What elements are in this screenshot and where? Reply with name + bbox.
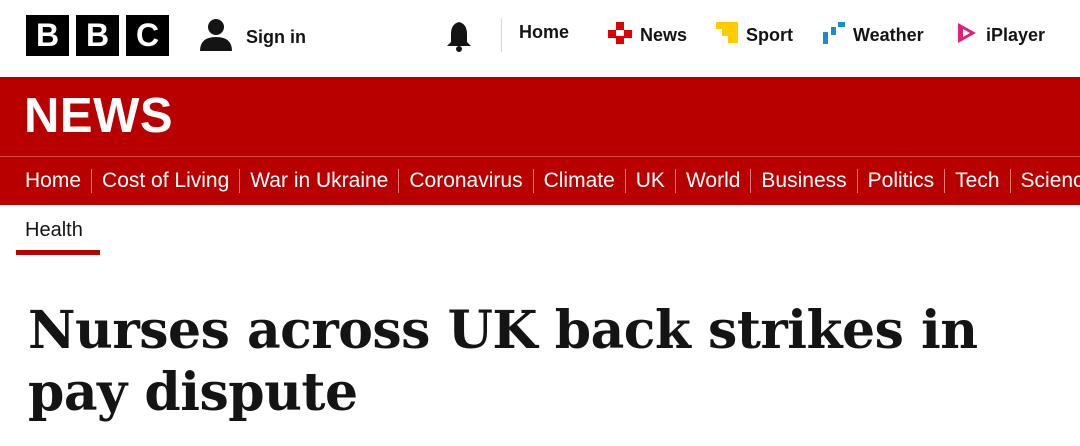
subnav-separator	[944, 169, 946, 193]
news-band: NEWS	[0, 77, 1080, 156]
subnav-separator	[674, 169, 676, 193]
subnav-separator	[532, 169, 534, 193]
subnav-separator	[1009, 169, 1011, 193]
topnav-iplayer-label: iPlayer	[986, 25, 1046, 45]
sport-icon	[716, 22, 738, 49]
sign-in-link[interactable]: Sign in	[198, 17, 306, 58]
subnav-separator	[239, 169, 241, 193]
sub-nav: Home Cost of Living War in Ukraine Coronavi…	[0, 156, 1080, 205]
subnav-separator	[398, 169, 400, 193]
subnav-item-science[interactable]: Science	[1021, 169, 1080, 193]
subnav-item-uk[interactable]: UK	[636, 169, 665, 193]
section-active-underline	[16, 250, 100, 255]
section-label: Health	[25, 219, 83, 241]
subnav-item-business[interactable]: Business	[761, 169, 846, 193]
user-icon	[198, 17, 234, 58]
subnav-item-cost-of-living[interactable]: Cost of Living	[102, 169, 229, 193]
news-icon	[608, 22, 632, 49]
subnav-item-world[interactable]: World	[686, 169, 740, 193]
topnav-home[interactable]: Home	[519, 22, 569, 43]
topnav-weather-label: Weather	[853, 25, 924, 45]
iplayer-icon	[956, 22, 978, 49]
notifications-bell-icon[interactable]	[445, 20, 473, 57]
subnav-item-war-in-ukraine[interactable]: War in Ukraine	[250, 169, 388, 193]
subnav-item-climate[interactable]: Climate	[544, 169, 615, 193]
masthead-divider	[501, 18, 502, 52]
subnav-separator	[624, 169, 626, 193]
article-headline: Nurses across UK back strikes in pay dis…	[28, 300, 978, 423]
subnav-item-coronavirus[interactable]: Coronavirus	[409, 169, 522, 193]
topnav-sport[interactable]: Sport	[716, 22, 793, 49]
bbc-logo[interactable]: B B C	[26, 15, 169, 56]
sign-in-label: Sign in	[246, 27, 306, 47]
news-title[interactable]: NEWS	[24, 90, 173, 142]
subnav-item-home[interactable]: Home	[25, 169, 81, 193]
section-tab-health[interactable]: Health	[16, 205, 100, 255]
subnav-separator	[91, 169, 93, 193]
topnav-iplayer[interactable]: iPlayer	[956, 22, 1045, 49]
weather-icon	[823, 22, 845, 49]
subnav-separator	[856, 169, 858, 193]
logo-letter-b1: B	[26, 15, 69, 56]
topnav-sport-label: Sport	[746, 25, 793, 45]
topnav-home-label: Home	[519, 22, 570, 42]
logo-letter-b2: B	[76, 15, 119, 56]
topnav-weather[interactable]: Weather	[823, 22, 924, 49]
sub-nav-list: Home Cost of Living War in Ukraine Coronavi…	[25, 169, 1080, 193]
masthead: B B C Sign in Home News Sport Weather iP…	[0, 0, 1080, 77]
logo-letter-c: C	[126, 15, 169, 56]
topnav-news[interactable]: News	[608, 22, 687, 49]
subnav-item-politics[interactable]: Politics	[868, 169, 935, 193]
topnav-news-label: News	[640, 25, 688, 45]
subnav-item-tech[interactable]: Tech	[955, 169, 999, 193]
subnav-separator	[750, 169, 752, 193]
